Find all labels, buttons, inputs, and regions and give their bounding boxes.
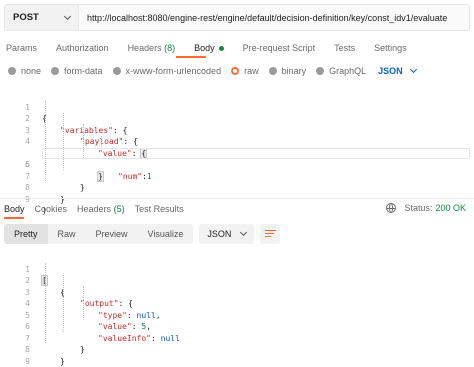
radio-label: GraphQL bbox=[329, 66, 367, 76]
indent-guide bbox=[45, 101, 46, 181]
request-body-editor[interactable]: 1 { 2 "variables": { 3 "payload": { 4 "v… bbox=[0, 90, 474, 216]
tab-pre-request-script[interactable]: Pre-request Script bbox=[243, 43, 316, 53]
response-status: Status: 200 OK bbox=[386, 203, 466, 213]
body-type-options: none form-data x-www-form-urlencoded raw… bbox=[8, 64, 417, 78]
radio-label: x-www-form-urlencoded bbox=[125, 66, 222, 76]
indent-guide bbox=[83, 286, 84, 320]
tab-body-label: Body bbox=[194, 43, 215, 53]
response-tab-headers[interactable]: Headers (5) bbox=[77, 204, 125, 214]
body-tab-underline bbox=[176, 56, 206, 58]
view-visualize-button[interactable]: Visualize bbox=[138, 224, 194, 244]
indent-guide bbox=[83, 124, 84, 158]
code-line: 2 "variables": { bbox=[0, 102, 474, 135]
code-line: 7 } bbox=[0, 321, 474, 355]
response-format-select[interactable]: JSON bbox=[199, 224, 255, 244]
tab-authorization[interactable]: Authorization bbox=[56, 43, 109, 53]
radio-label: none bbox=[21, 66, 42, 76]
tab-headers[interactable]: Headers (8) bbox=[128, 43, 176, 53]
indent-guide bbox=[101, 136, 102, 147]
url-input[interactable]: http://localhost:8080/engine-rest/engine… bbox=[79, 5, 469, 30]
code-text: } bbox=[60, 356, 65, 366]
body-indicator-dot bbox=[218, 46, 224, 52]
wrap-lines-icon bbox=[264, 230, 276, 238]
body-language-label: JSON bbox=[378, 66, 403, 76]
code-line: 5 "value": 5, bbox=[0, 298, 474, 332]
response-tab-test-results[interactable]: Test Results bbox=[135, 204, 184, 214]
radio-raw[interactable]: raw bbox=[231, 66, 259, 76]
code-line: 3 "output": { bbox=[0, 275, 474, 309]
code-line: 2 { bbox=[0, 264, 474, 297]
radio-label: form-data bbox=[64, 66, 103, 76]
radio-selected-icon bbox=[231, 67, 240, 75]
tab-settings[interactable]: Settings bbox=[374, 43, 407, 53]
response-tab-headers-label: Headers bbox=[77, 204, 112, 214]
code-line: 9 } bbox=[0, 182, 474, 216]
response-tab-headers-count: (5) bbox=[113, 204, 125, 214]
tab-headers-label: Headers bbox=[127, 43, 162, 53]
method-label: POST bbox=[13, 12, 39, 23]
code-line-active: 5 "num":1 bbox=[0, 136, 474, 181]
radio-x-www-form-urlencoded[interactable]: x-www-form-urlencoded bbox=[112, 66, 222, 76]
tab-params[interactable]: Params bbox=[6, 43, 37, 53]
view-pretty-button[interactable]: Pretty bbox=[4, 224, 48, 244]
code-line: 4 "value": { bbox=[0, 125, 474, 159]
indent-guide bbox=[63, 275, 64, 332]
radio-form-data[interactable]: form-data bbox=[51, 66, 103, 76]
radio-label: binary bbox=[281, 66, 307, 76]
code-line: 8 } bbox=[0, 171, 474, 204]
chevron-down-icon bbox=[409, 65, 417, 74]
radio-icon bbox=[316, 67, 325, 75]
line-number: 9 bbox=[25, 356, 30, 366]
radio-icon bbox=[8, 67, 16, 75]
response-tabs: Body Cookies Headers (5) Test Results bbox=[4, 203, 194, 215]
tab-headers-count: (8) bbox=[164, 43, 176, 53]
response-tab-body[interactable]: Body bbox=[4, 204, 25, 214]
code-line: 1 [ bbox=[0, 252, 474, 286]
wrap-lines-button[interactable] bbox=[260, 224, 281, 244]
chevron-down-icon bbox=[63, 12, 72, 20]
radio-icon bbox=[112, 67, 121, 75]
view-mode-group: Pretty Raw Preview Visualize bbox=[4, 224, 194, 244]
response-tab-cookies[interactable]: Cookies bbox=[35, 204, 68, 214]
panel-divider bbox=[0, 198, 474, 199]
response-format-label: JSON bbox=[207, 229, 232, 239]
response-body-viewer[interactable]: 1 [ 2 { 3 "output": { 4 "type": null, 5 … bbox=[0, 252, 474, 366]
code-line: 4 "type": null, bbox=[0, 287, 474, 320]
status-label: Status: bbox=[404, 203, 433, 213]
code-line: 3 "payload": { bbox=[0, 113, 474, 147]
globe-icon[interactable] bbox=[386, 203, 397, 213]
radio-binary[interactable]: binary bbox=[268, 66, 307, 76]
radio-label: raw bbox=[244, 66, 259, 76]
view-preview-button[interactable]: Preview bbox=[86, 224, 138, 244]
indent-guide bbox=[45, 263, 46, 343]
code-line: 8 } bbox=[0, 333, 474, 366]
indent-guide bbox=[63, 113, 64, 170]
code-line: 9 ] bbox=[0, 344, 474, 366]
request-tabs: Params Authorization Headers (8) Body Pr… bbox=[6, 41, 426, 55]
body-language-select[interactable]: JSON bbox=[378, 65, 417, 76]
radio-graphql[interactable]: GraphQL bbox=[316, 66, 366, 76]
radio-icon bbox=[268, 67, 277, 75]
code-line: 6 "valueInfo": null bbox=[0, 310, 474, 343]
view-raw-button[interactable]: Raw bbox=[48, 224, 86, 244]
radio-none[interactable]: none bbox=[8, 66, 41, 76]
chevron-down-icon bbox=[240, 228, 248, 237]
tab-body[interactable]: Body bbox=[194, 43, 224, 53]
code-line: 6 } bbox=[0, 148, 474, 182]
status-code[interactable]: 200 OK bbox=[435, 203, 466, 213]
method-select[interactable]: POST bbox=[5, 5, 79, 30]
radio-icon bbox=[51, 67, 60, 75]
code-line: 7 } bbox=[0, 159, 474, 193]
code-line: 1 { bbox=[0, 90, 474, 124]
response-toolbar: Pretty Raw Preview Visualize JSON bbox=[4, 224, 281, 244]
request-url-bar: POST http://localhost:8080/engine-rest/e… bbox=[4, 4, 470, 31]
tab-tests[interactable]: Tests bbox=[334, 43, 355, 53]
response-body-tab-underline bbox=[4, 217, 24, 219]
